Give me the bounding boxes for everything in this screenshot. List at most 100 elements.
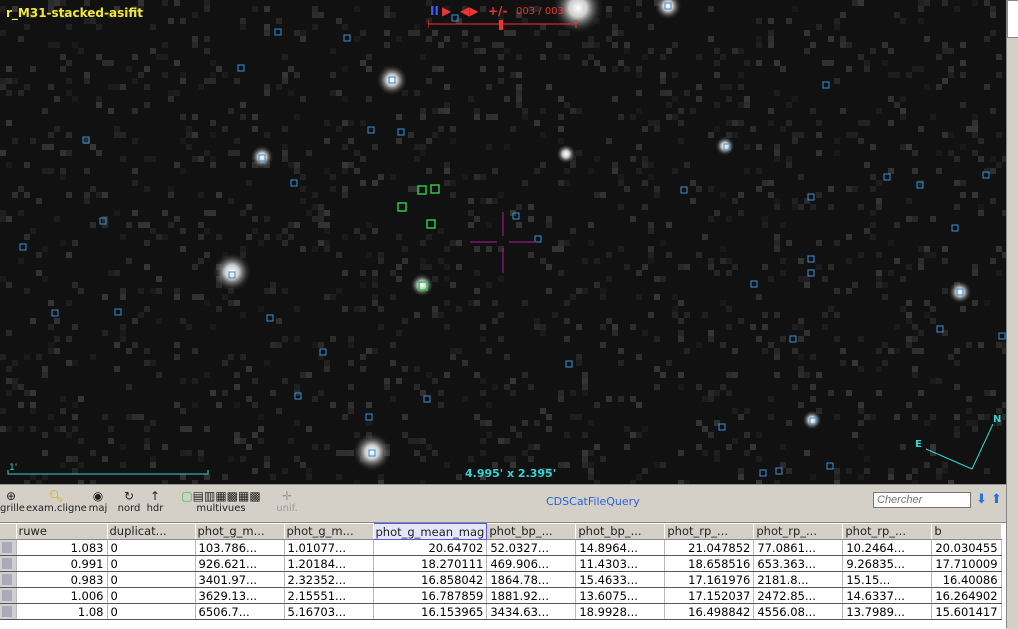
arrow-down-icon[interactable]: ⬇ [976,492,987,507]
star [410,273,434,297]
table-row[interactable]: 0.983 0 3401.97... 2.32352... 16.858042 1864.… [0,571,1002,588]
table-cell: 5.16703... [284,603,374,620]
selected-marker[interactable] [426,219,436,229]
table-cell: 20.64702 [373,539,488,556]
catalog-marker[interactable] [826,462,834,470]
side-tab[interactable] [1007,0,1018,38]
catalog-marker[interactable] [951,224,959,232]
catalog-marker[interactable] [822,81,830,89]
catalog-marker[interactable] [397,128,405,136]
table-cell: 15.4633... [575,571,666,588]
search-input[interactable] [873,492,971,508]
eye-icon: ◉ [92,489,104,503]
table-cell: 10.2464... [842,539,933,556]
crosshair-icon: ✛ [281,489,293,503]
table-cell: 4556.08... [753,603,844,620]
row-selector[interactable] [2,558,12,569]
column-header[interactable]: phot_bp_... [486,523,577,540]
table-cell: 3629.13... [195,587,285,604]
tool-nord[interactable]: ↻ nord [114,489,144,514]
scale-bar [7,470,209,475]
tool-unif[interactable]: ✛ unif. [276,489,298,514]
tool-multivues[interactable]: ▢▤▥▦▩▦▩ multivues [172,489,270,514]
row-selector-cell[interactable] [0,539,17,556]
table-cell: 18.270111 [373,555,488,572]
selected-marker[interactable] [430,184,440,194]
table-cell: 13.7989... [842,603,933,620]
catalog-marker[interactable] [565,360,573,368]
table-row[interactable]: 1.006 0 3629.13... 2.15551... 16.787859 1881.… [0,587,1002,604]
compass-north-label: N [993,414,1001,425]
view-toolbar: ⊕ grille 🔍︎ exam.cligne ◉ maj ↻ nord ↑ h… [0,484,1006,523]
tool-grille[interactable]: ⊕ grille [0,489,25,514]
catalog-marker[interactable] [807,255,815,263]
selected-marker[interactable] [397,202,407,212]
row-selector-cell[interactable] [0,587,17,604]
column-header[interactable]: duplicat... [107,523,196,540]
frame-slider-handle [499,20,503,30]
column-header[interactable]: phot_rp_... [842,523,933,540]
row-selector[interactable] [2,590,12,601]
table-cell: 15.15... [842,571,933,588]
row-selector[interactable] [2,574,12,585]
table-row[interactable]: 0.991 0 926.621... 1.20184... 18.270111 469.9… [0,555,1002,572]
right-side-panel[interactable] [1006,0,1018,628]
catalog-marker[interactable] [680,186,688,194]
catalog-marker[interactable] [290,179,298,187]
table-cell: 9.26835... [842,555,933,572]
table-row[interactable]: 1.08 0 6506.7... 5.16703... 16.153965 3434.63… [0,603,1002,620]
row-selector-cell[interactable] [0,603,17,620]
catalog-marker[interactable] [789,335,797,343]
row-selector[interactable] [2,606,12,617]
frame-slider[interactable] [428,2,588,32]
catalog-marker[interactable] [750,280,758,288]
catalog-marker[interactable] [367,126,375,134]
tool-exam-cligne[interactable]: 🔍︎ exam.cligne [26,489,87,514]
column-header[interactable]: phot_bp_... [575,523,666,540]
table-cell: 1.01077... [284,539,374,556]
catalog-marker[interactable] [759,469,767,477]
catalog-marker[interactable] [266,314,274,322]
catalog-marker[interactable] [775,467,783,475]
catalog-marker[interactable] [807,269,815,277]
column-header[interactable]: phot_g_m... [195,523,285,540]
column-header[interactable]: phot_rp_... [753,523,844,540]
measurement-table[interactable]: ruwe duplicat... phot_g_m... phot_g_m... pho… [0,522,1006,629]
catalog-marker[interactable] [998,332,1006,340]
column-header[interactable]: phot_rp_... [664,523,755,540]
column-header[interactable]: phot_g_m... [284,523,374,540]
table-row[interactable]: 1.083 0 103.786... 1.01077... 20.64702 52.032… [0,539,1002,556]
table-cell: 2.15551... [284,587,374,604]
column-header[interactable]: ruwe [16,523,108,540]
arrow-up-icon[interactable]: ⬆ [991,492,1002,507]
catalog-marker[interactable] [343,34,351,42]
tool-maj[interactable]: ◉ maj [86,489,110,514]
field-of-view-label: 4.995' x 2.395' [465,467,557,480]
catalog-marker[interactable] [114,308,122,316]
table-cell: 77.0861... [753,539,844,556]
catalog-name-label[interactable]: CDSCatFileQuery [546,495,640,508]
column-header[interactable]: phot_g_mean_mag [372,523,488,540]
tool-hdr[interactable]: ↑ hdr [144,489,166,514]
row-selector-cell[interactable] [0,571,17,588]
catalog-marker[interactable] [274,28,282,36]
row-selector-cell[interactable] [0,555,17,572]
row-selector-header[interactable] [0,523,17,540]
catalog-marker[interactable] [534,235,542,243]
catalog-marker[interactable] [883,173,891,181]
catalog-marker[interactable] [423,395,431,403]
north-arrow-icon: ↑ [149,489,161,503]
star [802,410,822,430]
sky-image-canvas[interactable]: NE [0,0,1006,484]
column-header[interactable]: b [931,523,1002,540]
table-cell: 469.906... [486,555,577,572]
row-selector[interactable] [2,542,12,553]
sky-image-view[interactable]: NE r_M31-stacked-asifit II ▶ ◀▶ +/- 003 … [0,0,1006,484]
table-cell: 16.40086 [931,571,1002,588]
compass-east-arrow [925,448,973,470]
catalog-marker[interactable] [365,413,373,421]
catalog-marker[interactable] [237,64,245,72]
catalog-marker[interactable] [19,243,27,251]
catalog-marker[interactable] [51,309,59,317]
table-cell: 17.152037 [664,587,755,604]
